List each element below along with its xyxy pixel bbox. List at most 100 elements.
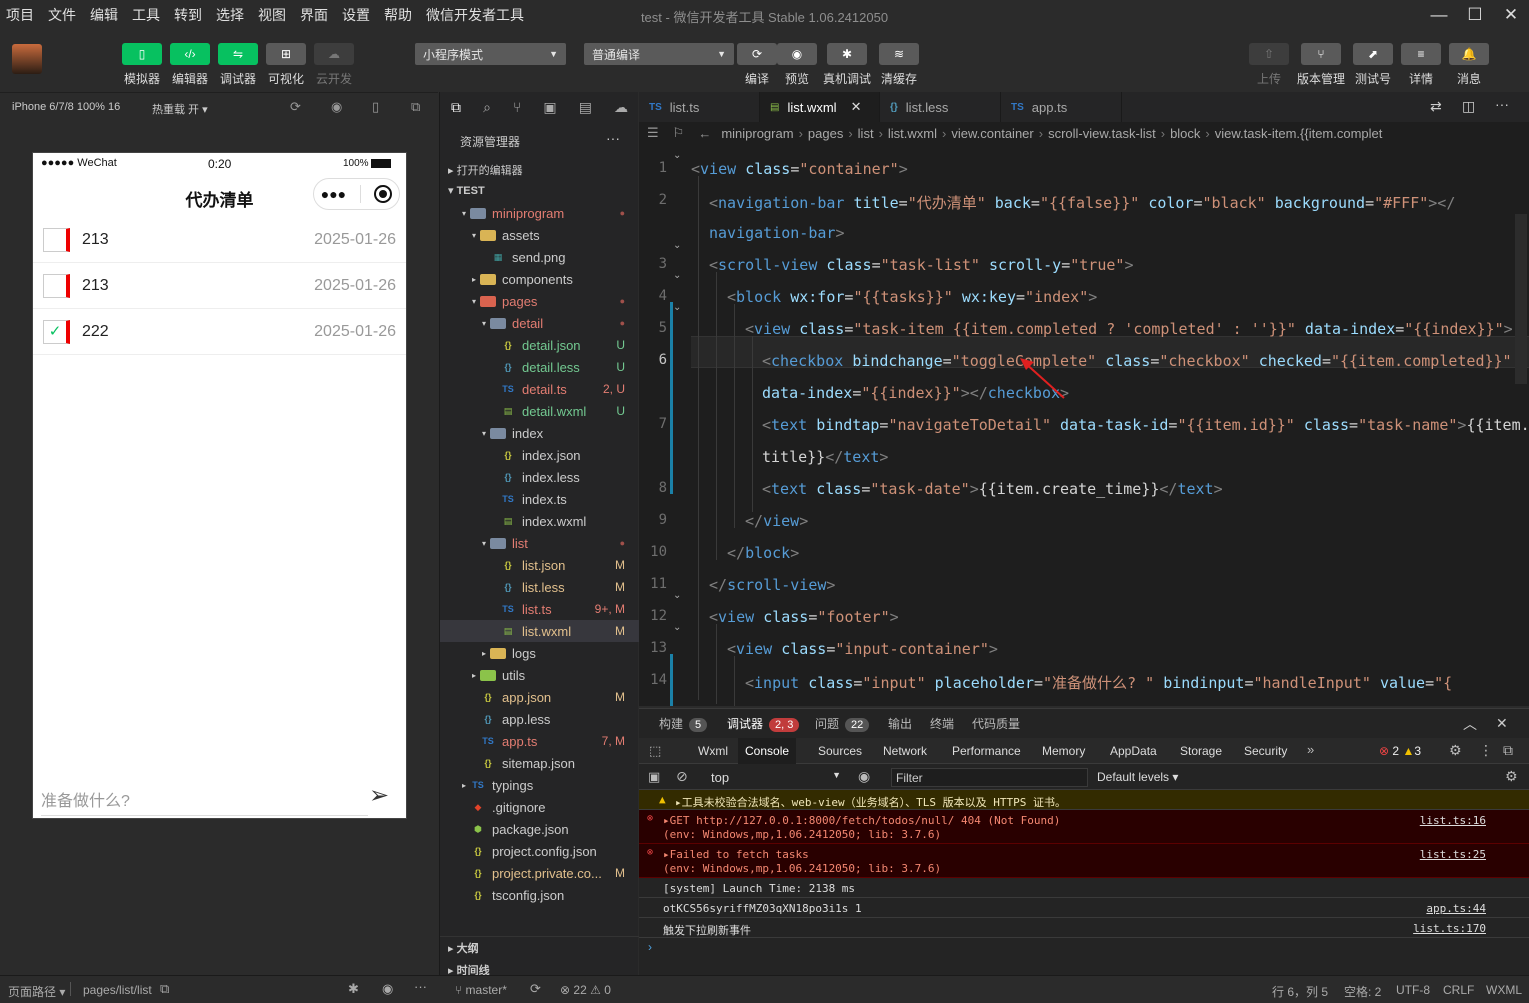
collapse-panel-icon[interactable]: ︿ [1463, 714, 1477, 734]
fold-chevron-icon[interactable]: ⌄ [673, 150, 681, 161]
task-checkbox[interactable]: ✓ [43, 320, 70, 344]
code-line[interactable]: <view class="footer"> [709, 608, 899, 626]
tree-file[interactable]: ▦ send.png [440, 246, 639, 268]
tree-file[interactable]: TS app.ts 7, M [440, 730, 639, 752]
device-select[interactable]: iPhone 6/7/8 100% 16 [12, 101, 120, 113]
tree-file[interactable]: TS index.ts [440, 488, 639, 510]
console-message[interactable]: [system] Launch Time: 2138 ms [639, 878, 1529, 898]
inspect-icon[interactable]: ⬚ [649, 743, 661, 759]
copy-icon[interactable]: ⧉ [160, 981, 169, 997]
breadcrumb-item[interactable]: list [858, 126, 874, 141]
panel-tab[interactable]: 终端 [930, 715, 954, 732]
task-item[interactable]: 213 2025-01-26 [33, 217, 406, 263]
code-line[interactable]: title}}</text> [762, 448, 888, 466]
code-line[interactable]: <input class="input" placeholder="准备做什么?… [745, 672, 1452, 693]
maximize-icon[interactable]: ☐ [1457, 0, 1493, 30]
toolbar-branch-button[interactable]: ⑂ 版本管理 [1297, 43, 1345, 87]
toolbar-layout-button[interactable]: ⊞ 可视化 [262, 43, 310, 87]
tree-folder[interactable]: ▾ miniprogram ● [440, 202, 639, 224]
context-select[interactable]: top ▼ [711, 770, 841, 785]
outline-section[interactable]: ▸ 大纲 [448, 940, 479, 956]
tree-folder[interactable]: ▾ list ● [440, 532, 639, 554]
capsule-button[interactable]: ●●● [313, 178, 400, 210]
tree-file[interactable]: ⬢ package.json [440, 818, 639, 840]
devtools-tab-network[interactable]: Network [876, 738, 934, 764]
page-path-label[interactable]: 页面路径 ▾ [8, 983, 65, 1000]
more-tabs-icon[interactable]: » [1307, 742, 1314, 757]
settings-icon[interactable]: ⚙ [1449, 742, 1462, 759]
task-name[interactable]: 222 [82, 323, 109, 341]
toolbar-upload-button[interactable]: ⇧ 上传 [1245, 43, 1293, 87]
cursor-position[interactable]: 行 6，列 5 [1272, 983, 1328, 1000]
code-line[interactable]: <block wx:for="{{tasks}}" wx:key="index"… [727, 288, 1097, 306]
tree-file[interactable]: {} sitemap.json [440, 752, 639, 774]
task-name[interactable]: 213 [82, 231, 109, 249]
eol[interactable]: CRLF [1443, 983, 1474, 997]
console-message[interactable]: ▲ ▸工具未校验合法域名、web-view（业务域名）、TLS 版本以及 HTTP… [639, 790, 1529, 810]
compile-select[interactable]: 普通编译 ▼ [584, 43, 734, 65]
toolbar-code-button[interactable]: ‹/› 编辑器 [166, 43, 214, 87]
devtools-tab-memory[interactable]: Memory [1035, 738, 1092, 764]
close-tab-icon[interactable]: ✕ [851, 99, 862, 115]
console-message[interactable]: otKCS56syriffMZ03qXN18po3i1s 1 app.ts:44 [639, 898, 1529, 918]
clear-console-icon[interactable]: ⊘ [676, 768, 688, 785]
tree-folder[interactable]: ▸ logs [440, 642, 639, 664]
hot-reload-toggle[interactable]: 热重载 开 ▾ [152, 101, 208, 117]
sidebar-icon[interactable]: ▣ [648, 769, 660, 785]
task-input[interactable]: 准备做什么? [41, 787, 130, 811]
tree-folder[interactable]: ▸ TS typings [440, 774, 639, 796]
eye-icon[interactable]: ◉ [858, 768, 870, 785]
breadcrumb-item[interactable]: view.task-item.{{item.complet [1215, 126, 1383, 141]
panel-tab[interactable]: 问题 22 [815, 715, 870, 732]
fold-chevron-icon[interactable]: ⌄ [673, 240, 681, 251]
extensions-icon[interactable]: ▣ [543, 99, 556, 116]
send-icon[interactable]: ➢ [369, 781, 389, 810]
devtools-tab-performance[interactable]: Performance [945, 738, 1028, 764]
levels-select[interactable]: Default levels ▾ [1097, 770, 1178, 784]
code-line[interactable]: <navigation-bar title="代办清单" back="{{fal… [709, 192, 1455, 213]
toolbar-bug-button[interactable]: ✱ 真机调试 [823, 43, 871, 87]
fold-chevron-icon[interactable]: ⌄ [673, 622, 681, 633]
devtools-tab-storage[interactable]: Storage [1173, 738, 1229, 764]
tree-file[interactable]: {} tsconfig.json [440, 884, 639, 906]
files-icon[interactable]: ⧉ [451, 99, 461, 116]
toolbar-bell-button[interactable]: 🔔 消息 [1445, 43, 1493, 87]
code-line[interactable]: <checkbox bindchange="toggleComplete" cl… [762, 352, 1512, 370]
mode-select[interactable]: 小程序模式 ▼ [415, 43, 566, 65]
tab-list-ts[interactable]: TS list.ts [639, 92, 760, 122]
tree-file[interactable]: {} list.json M [440, 554, 639, 576]
tab-list-less[interactable]: {} list.less [880, 92, 1001, 122]
breadcrumb-item[interactable]: pages [808, 126, 843, 141]
console-message[interactable]: ⊗ ▸Failed to fetch tasks (env: Windows,mp,… [639, 844, 1529, 878]
back-icon[interactable]: ← [698, 126, 711, 141]
devtools-tab-console[interactable]: Console [738, 738, 797, 764]
popout-icon[interactable]: ⧉ [411, 99, 420, 115]
tree-file[interactable]: ▤ detail.wxml U [440, 400, 639, 422]
toolbar-eye-button[interactable]: ◉ 预览 [773, 43, 821, 87]
toolbar-cloud-button[interactable]: ☁ 云开发 [310, 43, 358, 87]
code-line[interactable]: <view class="task-item {{item.completed … [745, 320, 1513, 338]
tree-file[interactable]: {} project.private.co... M [440, 862, 639, 884]
breadcrumb-item[interactable]: scroll-view.task-list [1048, 126, 1156, 141]
tree-file[interactable]: {} detail.less U [440, 356, 639, 378]
exit-icon[interactable] [374, 185, 393, 203]
console-settings-icon[interactable]: ⚙ [1505, 768, 1518, 785]
toolbar-external-button[interactable]: ⬈ 测试号 [1349, 43, 1397, 87]
devtools-tab-sources[interactable]: Sources [811, 738, 869, 764]
git-icon[interactable]: ⑂ [513, 99, 521, 115]
tree-folder[interactable]: ▾ detail ● [440, 312, 639, 334]
refresh-icon[interactable]: ⟳ [290, 99, 301, 115]
task-item[interactable]: ✓ 222 2025-01-26 [33, 309, 406, 355]
close-panel-icon[interactable]: ✕ [1496, 715, 1508, 732]
breadcrumb-item[interactable]: block [1170, 126, 1200, 141]
tab-list-wxml[interactable]: ▤ list.wxml ✕ [760, 92, 880, 122]
panel-tab[interactable]: 代码质量 [972, 715, 1020, 732]
dock-icon[interactable]: ⧉ [1503, 742, 1513, 759]
tree-file[interactable]: {} index.json [440, 444, 639, 466]
panel-tab[interactable]: 调试器 2, 3 [727, 715, 800, 732]
tab-app-ts[interactable]: TS app.ts [1001, 92, 1122, 122]
toolbar-menu-button[interactable]: ≡ 详情 [1397, 43, 1445, 87]
toolbar-phone-button[interactable]: ▯ 模拟器 [118, 43, 166, 87]
tree-folder[interactable]: ▾ pages ● [440, 290, 639, 312]
source-link[interactable]: list.ts:25 [1420, 848, 1486, 861]
